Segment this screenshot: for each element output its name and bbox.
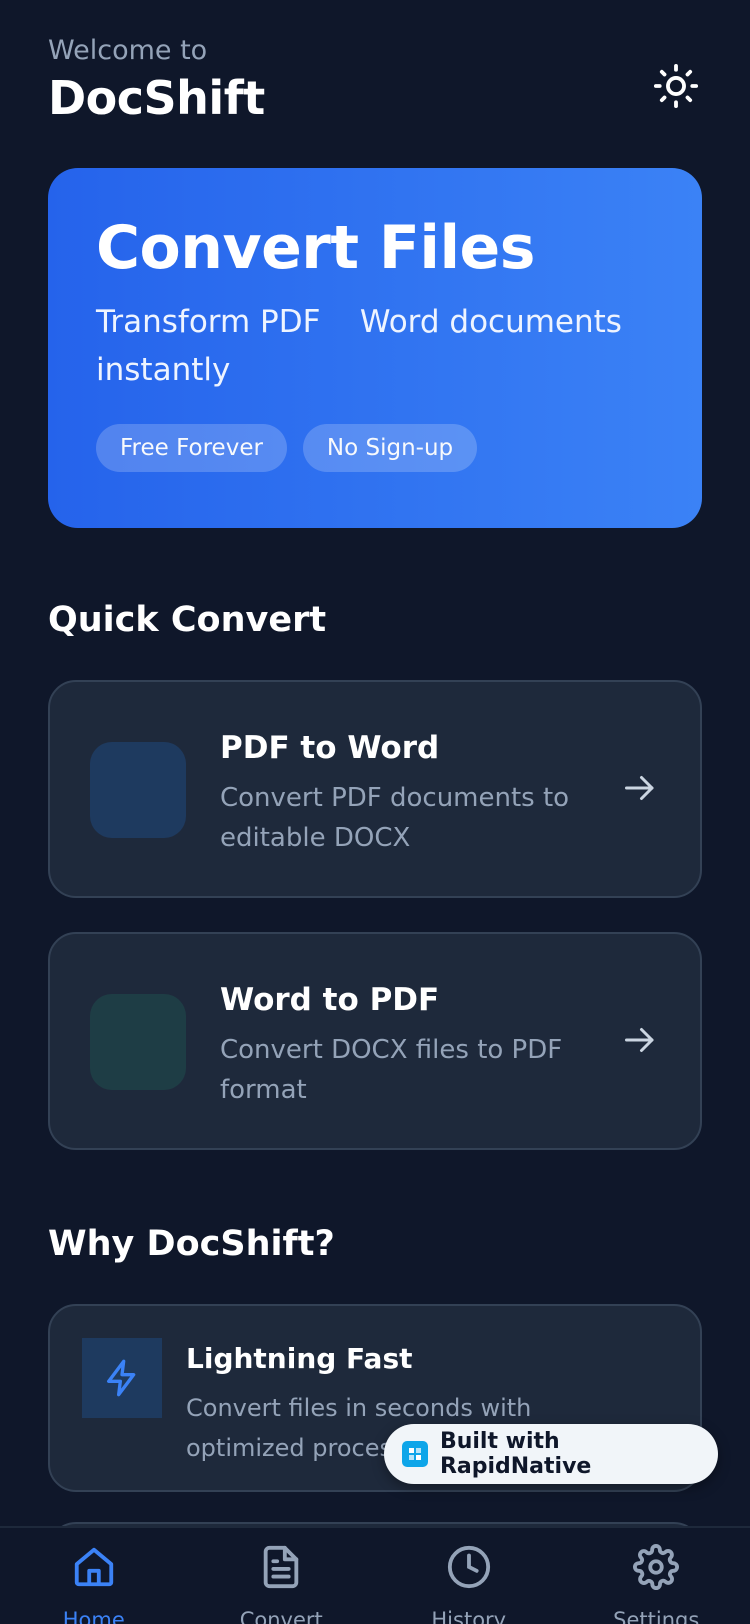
feature-title: Lightning Fast xyxy=(186,1342,413,1375)
lightning-icon xyxy=(107,1359,136,1397)
tab-label: Settings xyxy=(613,1608,700,1624)
sun-icon xyxy=(653,63,699,109)
header: Welcome to DocShift xyxy=(48,34,702,134)
tab-label: Home xyxy=(62,1608,125,1624)
hero-badges: Free Forever No Sign-up xyxy=(96,424,654,472)
word-to-pdf-icon xyxy=(90,994,186,1090)
hero-banner: Convert Files Transform PDF Word documen… xyxy=(48,168,702,528)
tab-history[interactable]: History xyxy=(375,1528,563,1624)
arrow-right-icon xyxy=(625,1028,654,1052)
gear-icon xyxy=(633,1544,680,1590)
badge-free-forever: Free Forever xyxy=(96,424,287,472)
built-with-badge[interactable]: Built with RapidNative xyxy=(384,1424,718,1484)
word-to-pdf-card[interactable]: Word to PDF Convert DOCX files to PDF fo… xyxy=(48,932,702,1150)
clock-icon xyxy=(447,1545,490,1589)
home-icon xyxy=(74,1547,113,1587)
pdf-to-word-icon xyxy=(90,742,186,838)
tab-convert[interactable]: Convert xyxy=(188,1528,376,1624)
tab-label: Convert xyxy=(239,1608,323,1624)
welcome-text: Welcome to xyxy=(48,35,208,66)
hero-subtitle: Transform PDF Word documents instantly xyxy=(96,304,632,388)
built-with-label: Built with RapidNative xyxy=(439,1429,592,1479)
feature-icon-box xyxy=(82,1338,162,1418)
card-description: Convert PDF documents to editable DOCX xyxy=(220,783,570,853)
why-docshift-heading: Why DocShift? xyxy=(48,1224,335,1264)
card-title: PDF to Word xyxy=(220,730,440,766)
badge-no-signup: No Sign-up xyxy=(302,424,478,472)
app-title: DocShift xyxy=(48,71,265,125)
pdf-to-word-card[interactable]: PDF to Word Convert PDF documents to edi… xyxy=(48,680,702,898)
rapidnative-logo-icon xyxy=(402,1441,428,1467)
card-description: Convert DOCX files to PDF format xyxy=(220,1035,563,1105)
card-title: Word to PDF xyxy=(220,982,440,1018)
document-icon xyxy=(264,1545,299,1589)
hero-title: Convert Files xyxy=(96,213,535,283)
theme-toggle-button[interactable] xyxy=(650,60,702,112)
bottom-tab-bar: Home Convert History Settings xyxy=(0,1526,750,1624)
tab-settings[interactable]: Settings xyxy=(563,1528,750,1624)
tab-home[interactable]: Home xyxy=(0,1528,188,1624)
quick-convert-heading: Quick Convert xyxy=(48,600,327,640)
arrow-right-icon xyxy=(625,776,654,800)
tab-label: History xyxy=(431,1608,507,1624)
